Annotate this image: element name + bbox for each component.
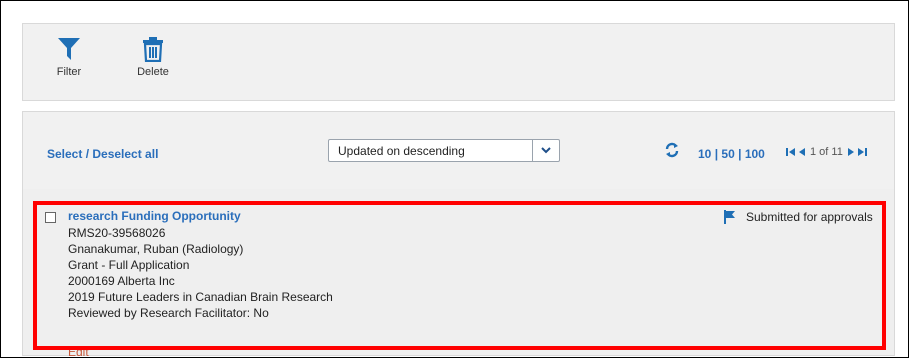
- refresh-icon[interactable]: [664, 142, 680, 158]
- toolbar: Filter Delete: [22, 23, 895, 101]
- first-page-icon[interactable]: [786, 147, 796, 157]
- prev-page-icon[interactable]: [798, 147, 806, 157]
- page-info: 1 of 11: [810, 146, 843, 158]
- pagination: 1 of 11: [786, 146, 867, 158]
- page-size-separator: |: [738, 147, 745, 161]
- page-size-10[interactable]: 10: [698, 147, 711, 161]
- select-deselect-all-link[interactable]: Select / Deselect all: [47, 147, 158, 161]
- filter-icon: [58, 38, 80, 60]
- filter-button[interactable]: Filter: [51, 36, 87, 78]
- next-page-icon[interactable]: [847, 147, 855, 157]
- delete-button[interactable]: Delete: [133, 36, 173, 78]
- sort-dropdown[interactable]: Updated on descending: [328, 139, 560, 162]
- chevron-down-icon: [541, 147, 551, 154]
- page-size-100[interactable]: 100: [745, 147, 765, 161]
- sort-caret[interactable]: [532, 140, 559, 161]
- delete-label: Delete: [137, 66, 169, 78]
- list-header: Select / Deselect all Updated on descend…: [22, 111, 895, 190]
- page-size-selector: 10 | 50 | 100: [698, 147, 765, 161]
- highlight-box: [33, 201, 886, 350]
- filter-label: Filter: [56, 66, 82, 78]
- trash-icon: [143, 37, 163, 62]
- last-page-icon[interactable]: [857, 147, 867, 157]
- page-size-50[interactable]: 50: [721, 147, 734, 161]
- sort-value: Updated on descending: [338, 144, 465, 158]
